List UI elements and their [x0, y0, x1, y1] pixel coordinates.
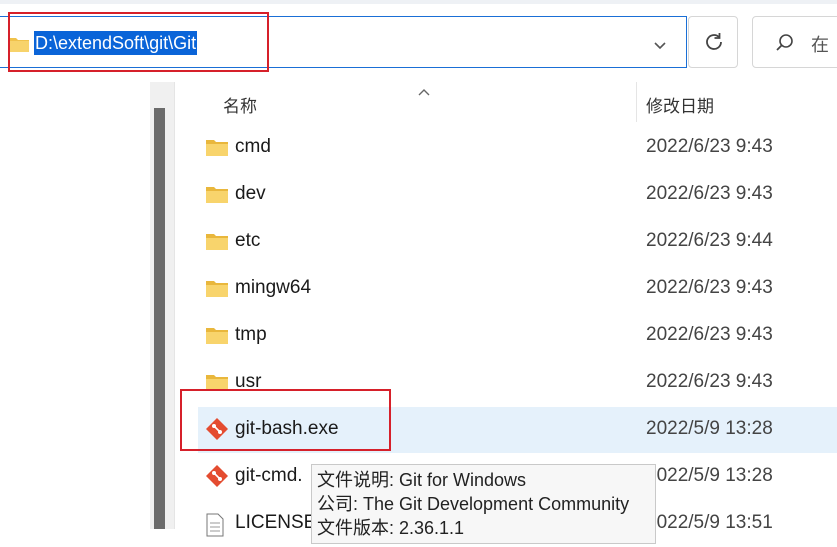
- sort-ascending-icon: [417, 82, 431, 101]
- chevron-down-icon[interactable]: [652, 37, 668, 50]
- file-date: 2022/6/23 9:43: [646, 324, 773, 345]
- pane-divider[interactable]: [174, 82, 175, 529]
- file-row[interactable]: tmp 2022/6/23 9:43: [198, 313, 837, 359]
- window-top-strip: [0, 0, 837, 4]
- file-date: 2022/6/23 9:43: [646, 371, 773, 392]
- file-row[interactable]: cmd 2022/6/23 9:43: [198, 125, 837, 171]
- column-separator[interactable]: [636, 82, 637, 122]
- file-date: 2022/6/23 9:43: [646, 277, 773, 298]
- document-icon: [205, 513, 225, 541]
- annotation-box-address: [8, 12, 269, 72]
- file-name: LICENSE: [235, 512, 317, 533]
- git-icon: [205, 465, 229, 492]
- file-date: 2022/6/23 9:43: [646, 183, 773, 204]
- column-header: 名称 修改日期: [175, 82, 837, 122]
- file-name: dev: [235, 183, 266, 204]
- file-date: 2022/5/9 13:51: [646, 512, 773, 533]
- scrollbar-thumb[interactable]: [154, 108, 165, 529]
- file-row[interactable]: dev 2022/6/23 9:43: [198, 172, 837, 218]
- search-box[interactable]: 在: [752, 16, 837, 68]
- folder-icon: [205, 184, 229, 208]
- tooltip-company: 公司: The Git Development Community: [317, 494, 630, 514]
- file-name: tmp: [235, 324, 267, 345]
- folder-icon: [205, 278, 229, 302]
- folder-icon: [205, 137, 229, 161]
- file-date: 2022/6/23 9:43: [646, 136, 773, 157]
- file-date: 2022/5/9 13:28: [646, 418, 773, 439]
- tooltip-version: 文件版本: 2.36.1.1: [317, 518, 465, 538]
- file-tooltip: 文件说明: Git for Windows 公司: The Git Develo…: [311, 464, 656, 544]
- column-name[interactable]: 名称: [223, 92, 257, 117]
- file-name: etc: [235, 230, 261, 251]
- folder-icon: [205, 231, 229, 255]
- file-row[interactable]: mingw64 2022/6/23 9:43: [198, 266, 837, 312]
- annotation-box-git-bash: [180, 389, 391, 451]
- file-date: 2022/6/23 9:44: [646, 230, 773, 251]
- file-name: git-cmd.: [235, 465, 303, 486]
- navigation-pane[interactable]: [0, 82, 150, 529]
- folder-icon: [205, 325, 229, 349]
- file-name: cmd: [235, 136, 271, 157]
- file-date: 2022/5/9 13:28: [646, 465, 773, 486]
- column-date-modified[interactable]: 修改日期: [646, 92, 714, 117]
- file-name: mingw64: [235, 277, 312, 298]
- tooltip-description: 文件说明: Git for Windows: [317, 470, 527, 490]
- file-row[interactable]: etc 2022/6/23 9:44: [198, 219, 837, 265]
- refresh-button[interactable]: [688, 16, 738, 68]
- search-placeholder: 在: [811, 35, 829, 56]
